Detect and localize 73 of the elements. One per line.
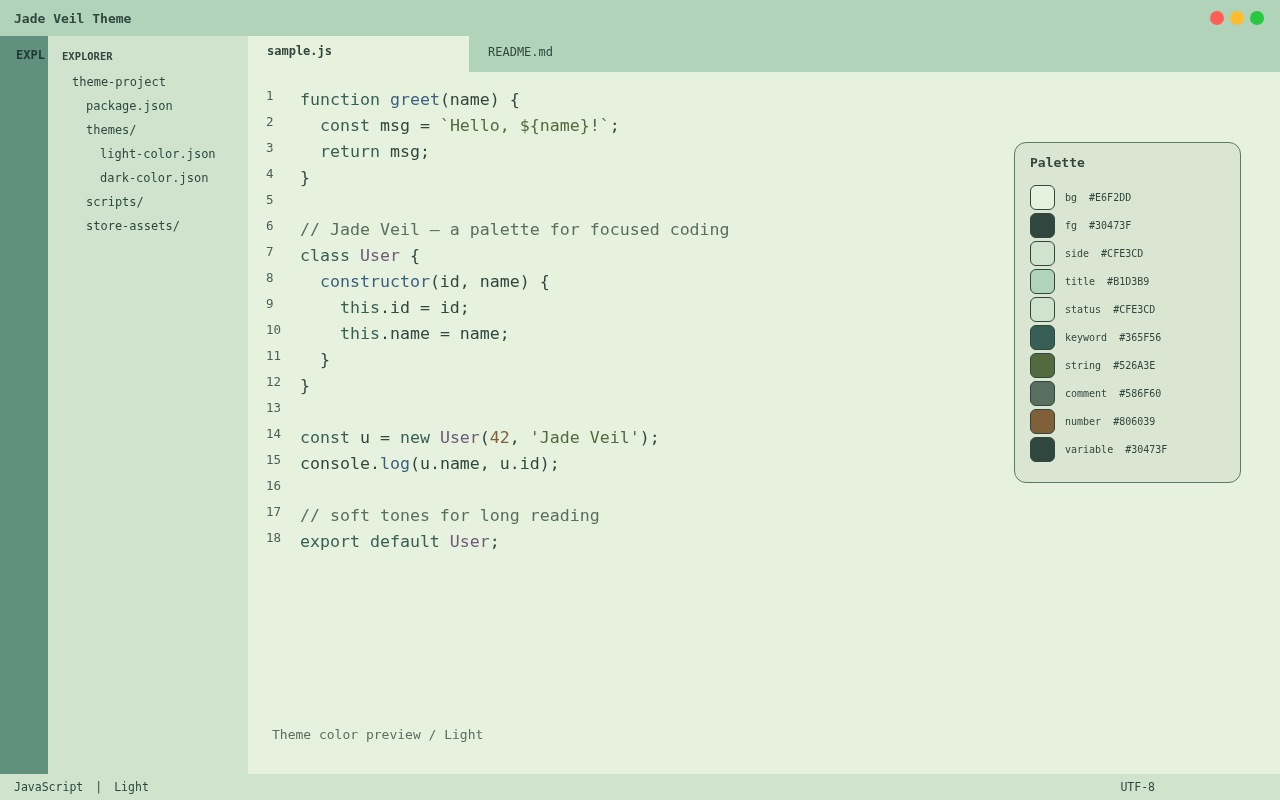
line-number: 4 [265, 165, 275, 181]
status-item: | [95, 780, 103, 794]
tree-item[interactable]: themes/ [48, 118, 248, 142]
line-number: 2 [265, 113, 275, 129]
line-number: 6 [265, 217, 275, 233]
palette-title: Palette [1030, 155, 1086, 170]
swatch-hex: #30473F [1089, 219, 1132, 231]
code-line: // soft tones for long reading [300, 505, 600, 525]
swatch-hex: #365F56 [1119, 331, 1162, 343]
window-control-dot[interactable] [1210, 11, 1224, 25]
status-encoding: UTF-8 [1120, 780, 1155, 794]
code-line: constructor(id, name) { [318, 271, 550, 291]
tree-item[interactable]: theme-project [48, 70, 248, 94]
line-number: 16 [265, 477, 283, 493]
tree-item[interactable]: store-assets/ [48, 214, 248, 238]
editor-tab[interactable]: sample.js [248, 36, 469, 72]
line-number: 7 [265, 243, 275, 259]
line-number: 11 [265, 347, 283, 363]
swatch-name: bg [1065, 191, 1078, 203]
window-control-dot[interactable] [1250, 11, 1264, 25]
swatch-name: status [1065, 303, 1102, 315]
editor-tab[interactable]: README.md [469, 36, 690, 72]
line-number: 12 [265, 373, 283, 389]
swatch-name: string [1065, 359, 1102, 371]
window-control-dot[interactable] [1230, 11, 1244, 25]
line-number: 10 [265, 321, 283, 337]
code-line: console.log(u.name, u.id); [300, 453, 560, 473]
line-number: 15 [265, 451, 283, 467]
code-line: class User { [300, 245, 420, 265]
code-line: } [300, 167, 310, 187]
swatch-name: keyword [1065, 331, 1108, 343]
swatch-hex: #806039 [1113, 415, 1156, 427]
status-item: Light [114, 780, 149, 794]
status-item: JavaScript [14, 780, 84, 794]
code-line: // Jade Veil — a palette for focused coding [300, 219, 730, 239]
tree-item[interactable]: light-color.json [48, 142, 248, 166]
line-number: 9 [265, 295, 275, 311]
code-line: this.id = id; [338, 297, 470, 317]
code-line: } [318, 349, 330, 369]
swatch-hex: #526A3E [1113, 359, 1156, 371]
swatch-name: variable [1065, 443, 1114, 455]
line-number: 5 [265, 191, 275, 207]
code-line: return msg; [318, 141, 430, 161]
code-line: export default User; [300, 531, 500, 551]
line-number: 13 [265, 399, 283, 415]
tree-item[interactable]: package.json [48, 94, 248, 118]
swatch-hex: #586F60 [1119, 387, 1162, 399]
code-line: this.name = name; [338, 323, 510, 343]
code-line: const msg = `Hello, ${name}!`; [318, 115, 620, 135]
window-title: Jade Veil Theme [14, 10, 132, 26]
code-line: } [300, 375, 310, 395]
code-line: const u = new User(42, 'Jade Veil'); [300, 427, 660, 447]
sidebar-heading: EXPLORER [61, 50, 114, 62]
tree-item[interactable]: scripts/ [48, 190, 248, 214]
swatch-name: number [1065, 415, 1102, 427]
code-line: function greet(name) { [300, 89, 520, 109]
caption: Theme color preview / Light [271, 727, 485, 742]
line-number: 8 [265, 269, 275, 285]
swatch-hex: #B1D3B9 [1107, 275, 1150, 287]
swatch-name: side [1065, 247, 1090, 259]
line-number: 17 [265, 503, 283, 519]
line-number: 18 [265, 529, 283, 545]
swatch-hex: #CFE3CD [1113, 303, 1156, 315]
swatch-hex: #E6F2DD [1089, 191, 1132, 203]
line-number: 3 [265, 139, 275, 155]
swatch-name: fg [1065, 219, 1078, 231]
line-number: 14 [265, 425, 283, 441]
swatch-name: comment [1065, 387, 1108, 399]
swatch-name: title [1065, 275, 1096, 287]
swatch-hex: #30473F [1125, 443, 1168, 455]
swatch-hex: #CFE3CD [1101, 247, 1144, 259]
tree-item[interactable]: dark-color.json [48, 166, 248, 190]
line-number: 1 [265, 87, 275, 103]
